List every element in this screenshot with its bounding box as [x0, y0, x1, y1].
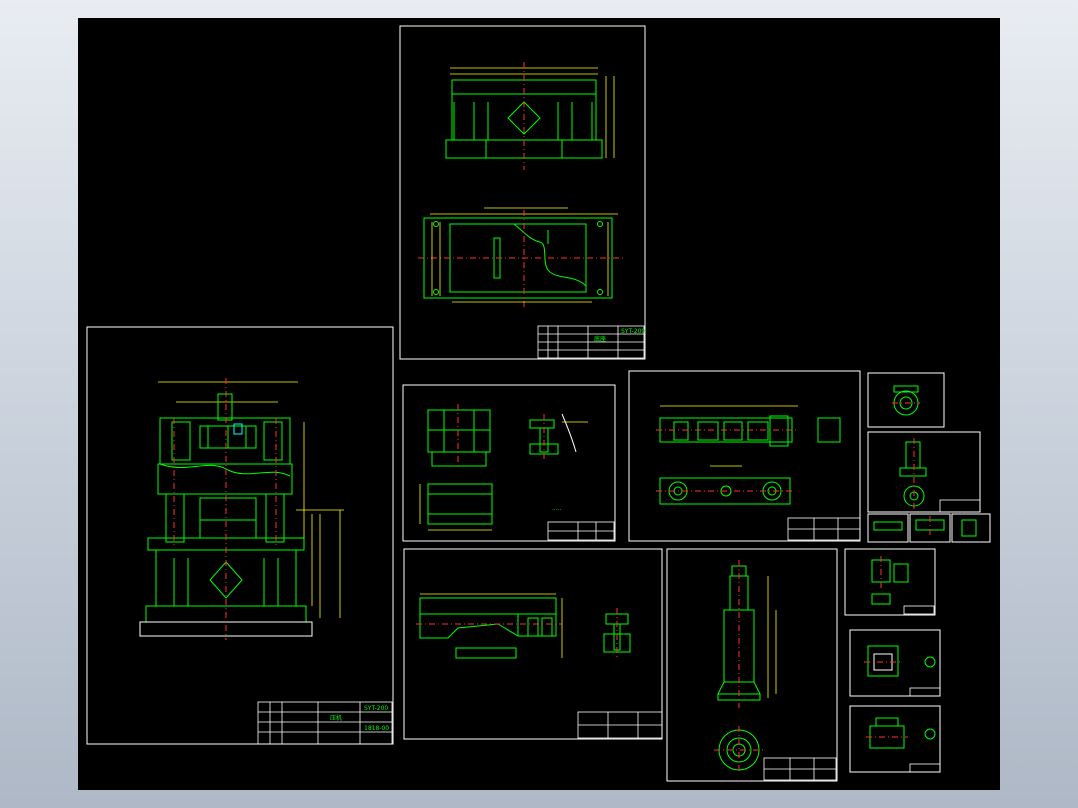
- title-block: SYT-200 压机 1818-00: [257, 701, 393, 745]
- title-block-name: 压机: [330, 714, 342, 722]
- sheet-border: [402, 384, 616, 542]
- title-block: [787, 517, 861, 541]
- drawing-sheet-9[interactable]: [867, 513, 909, 543]
- drawing-sheet-11[interactable]: [951, 513, 991, 543]
- shaft-views: [714, 560, 777, 774]
- sheet-border: [867, 372, 945, 428]
- plan-view: [418, 207, 624, 308]
- drawing-sheet-5[interactable]: [403, 548, 663, 740]
- title-block: [547, 521, 615, 541]
- front-view: [445, 62, 615, 170]
- sheet-border: [403, 548, 663, 740]
- drawing-sheet-8[interactable]: [867, 431, 981, 513]
- sheet-border: [86, 326, 394, 745]
- drawing-sheet-assembly[interactable]: SYT-200 压机 1818-00: [86, 326, 394, 745]
- sheet-border: [628, 370, 861, 542]
- title-block: [763, 757, 837, 781]
- title-block: SYT-200 底座: [537, 325, 645, 359]
- cad-drawing-canvas[interactable]: SYT-200 底座 SYT-200 压机 1818-00 ·····: [78, 18, 1000, 790]
- drawing-sheet-6[interactable]: [666, 548, 838, 782]
- part-views: [419, 404, 588, 531]
- drawing-sheet-3[interactable]: ·····: [402, 384, 616, 542]
- drawing-sheet-13[interactable]: [849, 629, 941, 697]
- drawing-sheet-14[interactable]: [849, 705, 941, 773]
- drawing-sheet-12[interactable]: [844, 548, 936, 616]
- part-views: [416, 593, 631, 659]
- drawing-sheet-frame-base[interactable]: SYT-200 底座: [399, 25, 646, 360]
- sheet-border: [399, 25, 646, 360]
- title-block-number: 1818-00: [364, 725, 389, 732]
- part-views: [656, 405, 841, 505]
- title-block-code: SYT-200: [621, 328, 645, 335]
- drawing-sheet-4[interactable]: [628, 370, 861, 542]
- title-block-code: SYT-200: [364, 705, 388, 712]
- press-assembly-view: [139, 378, 344, 640]
- cad-drawing-viewport[interactable]: SYT-200 底座 SYT-200 压机 1818-00 ·····: [78, 18, 1000, 790]
- technical-note: ·····: [552, 507, 562, 514]
- sheet-border: [666, 548, 838, 782]
- title-block-name: 底座: [594, 335, 606, 343]
- sheet-border: [951, 513, 991, 543]
- drawing-sheet-7[interactable]: [867, 372, 945, 428]
- drawing-sheet-10[interactable]: [909, 513, 951, 543]
- sheet-border: [849, 705, 941, 773]
- title-block: [577, 711, 663, 739]
- sheet-border: [849, 629, 941, 697]
